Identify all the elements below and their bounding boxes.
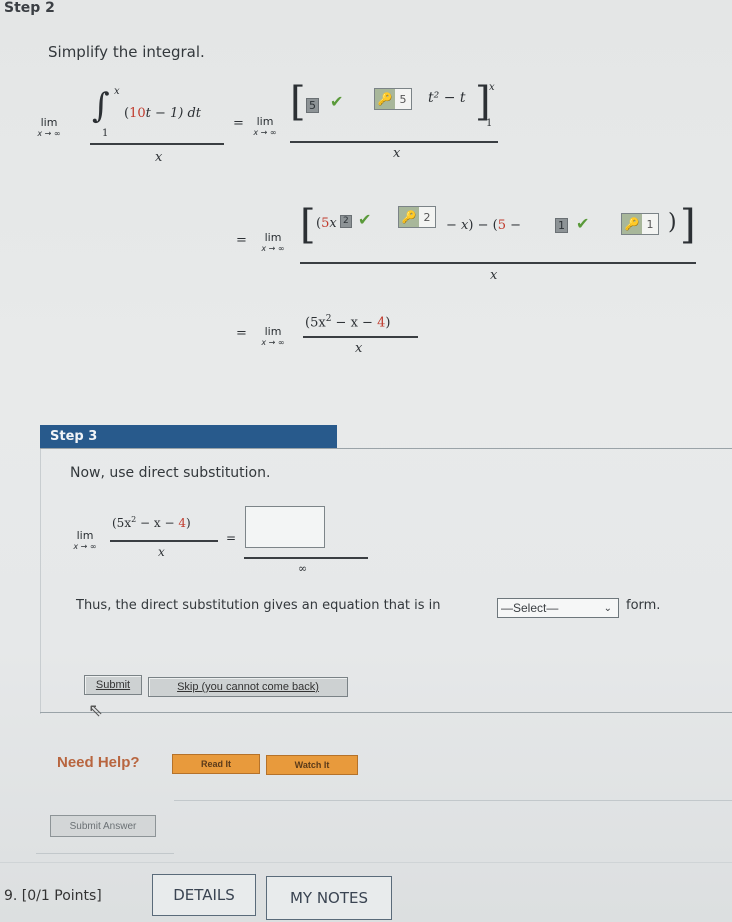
step-3-instruction: Now, use direct substitution. (70, 465, 271, 481)
divider (40, 712, 732, 713)
answer-box-correct: 5 (306, 94, 319, 113)
key-icon: 🔑 (622, 214, 642, 234)
limit-operator: lim x → ∞ (37, 116, 61, 138)
integral-sign: ∫ (92, 86, 110, 126)
limit-operator: lim x → ∞ (261, 325, 285, 347)
denominator: x (155, 150, 163, 165)
answer-key-box[interactable]: 🔑 5 (374, 88, 412, 110)
form-sentence-end: form. (626, 598, 661, 613)
denominator: x (490, 268, 498, 283)
read-it-button[interactable]: Read It (172, 754, 260, 774)
fraction-bar (300, 262, 696, 264)
chevron-down-icon: ⌄ (603, 602, 612, 614)
integrand: (10t − 1) dt (124, 106, 202, 121)
answer-box-correct: 1 (555, 214, 568, 233)
checkmark-icon: ✔ (330, 92, 344, 111)
answer-key-box[interactable]: 🔑 1 (621, 213, 659, 235)
answer-box-correct: 2 (340, 208, 352, 228)
page-background (0, 0, 732, 922)
checkmark-icon: ✔ (576, 214, 590, 233)
integral-lower-limit: 1 (102, 128, 109, 139)
expression-middle: − x) − (5 − (446, 218, 521, 233)
watch-it-button[interactable]: Watch It (266, 755, 358, 775)
denominator: x (355, 341, 363, 356)
infinity-denominator: ∞ (298, 562, 308, 575)
question-points: 9. [0/1 Points] (4, 888, 102, 904)
bracket-lower-limit: 1 (486, 118, 493, 129)
divider (36, 853, 174, 854)
form-sentence: Thus, the direct substitution gives an e… (76, 598, 441, 613)
divider (40, 448, 732, 449)
answer-input[interactable] (245, 506, 325, 548)
details-button[interactable]: DETAILS (152, 874, 256, 916)
limit-operator: lim x → ∞ (73, 529, 97, 551)
submit-answer-button[interactable]: Submit Answer (50, 815, 156, 837)
term: t² − t (428, 90, 466, 106)
equals-sign: = (226, 531, 237, 545)
equals-sign: = (236, 233, 247, 248)
panel-border (40, 449, 41, 714)
fraction-bar (303, 336, 418, 338)
equals-sign: = (233, 116, 244, 131)
step-2-instruction: Simplify the integral. (48, 43, 205, 61)
divider (174, 800, 732, 801)
limit-operator: lim x → ∞ (253, 115, 277, 137)
form-select[interactable]: —Select— ⌄ (497, 598, 619, 618)
left-bracket: [ (290, 79, 306, 125)
fraction-bar (90, 143, 224, 145)
numerator: (5x2 − x − 4) (112, 515, 191, 530)
expression-open: (5x (316, 216, 337, 231)
bracket-upper-limit: x (489, 82, 495, 93)
mouse-cursor-icon: ⇖ (88, 700, 104, 721)
skip-button[interactable]: Skip (you cannot come back) (148, 677, 348, 697)
step-3-header: Step 3 (40, 425, 337, 449)
equals-sign: = (236, 326, 247, 341)
fraction-bar (290, 141, 498, 143)
answer-key-box[interactable]: 🔑 2 (398, 206, 436, 228)
left-bracket: [ (300, 202, 316, 248)
fraction-bar (244, 557, 368, 559)
integral-upper-limit: x (114, 86, 120, 97)
right-bracket: ] (680, 202, 696, 248)
submit-button[interactable]: Submit (84, 675, 142, 695)
denominator: x (158, 545, 165, 559)
need-help-label: Need Help? (57, 754, 140, 771)
key-icon: 🔑 (375, 89, 395, 109)
limit-operator: lim x → ∞ (261, 231, 285, 253)
checkmark-icon: ✔ (358, 210, 372, 229)
step-2-label: Step 2 (4, 0, 55, 16)
divider (0, 862, 732, 863)
close-paren: ) (668, 210, 677, 235)
denominator: x (393, 146, 401, 161)
my-notes-button[interactable]: MY NOTES (266, 876, 392, 920)
key-icon: 🔑 (399, 207, 419, 227)
fraction-bar (110, 540, 218, 542)
numerator: (5x2 − x − 4) (305, 314, 391, 331)
